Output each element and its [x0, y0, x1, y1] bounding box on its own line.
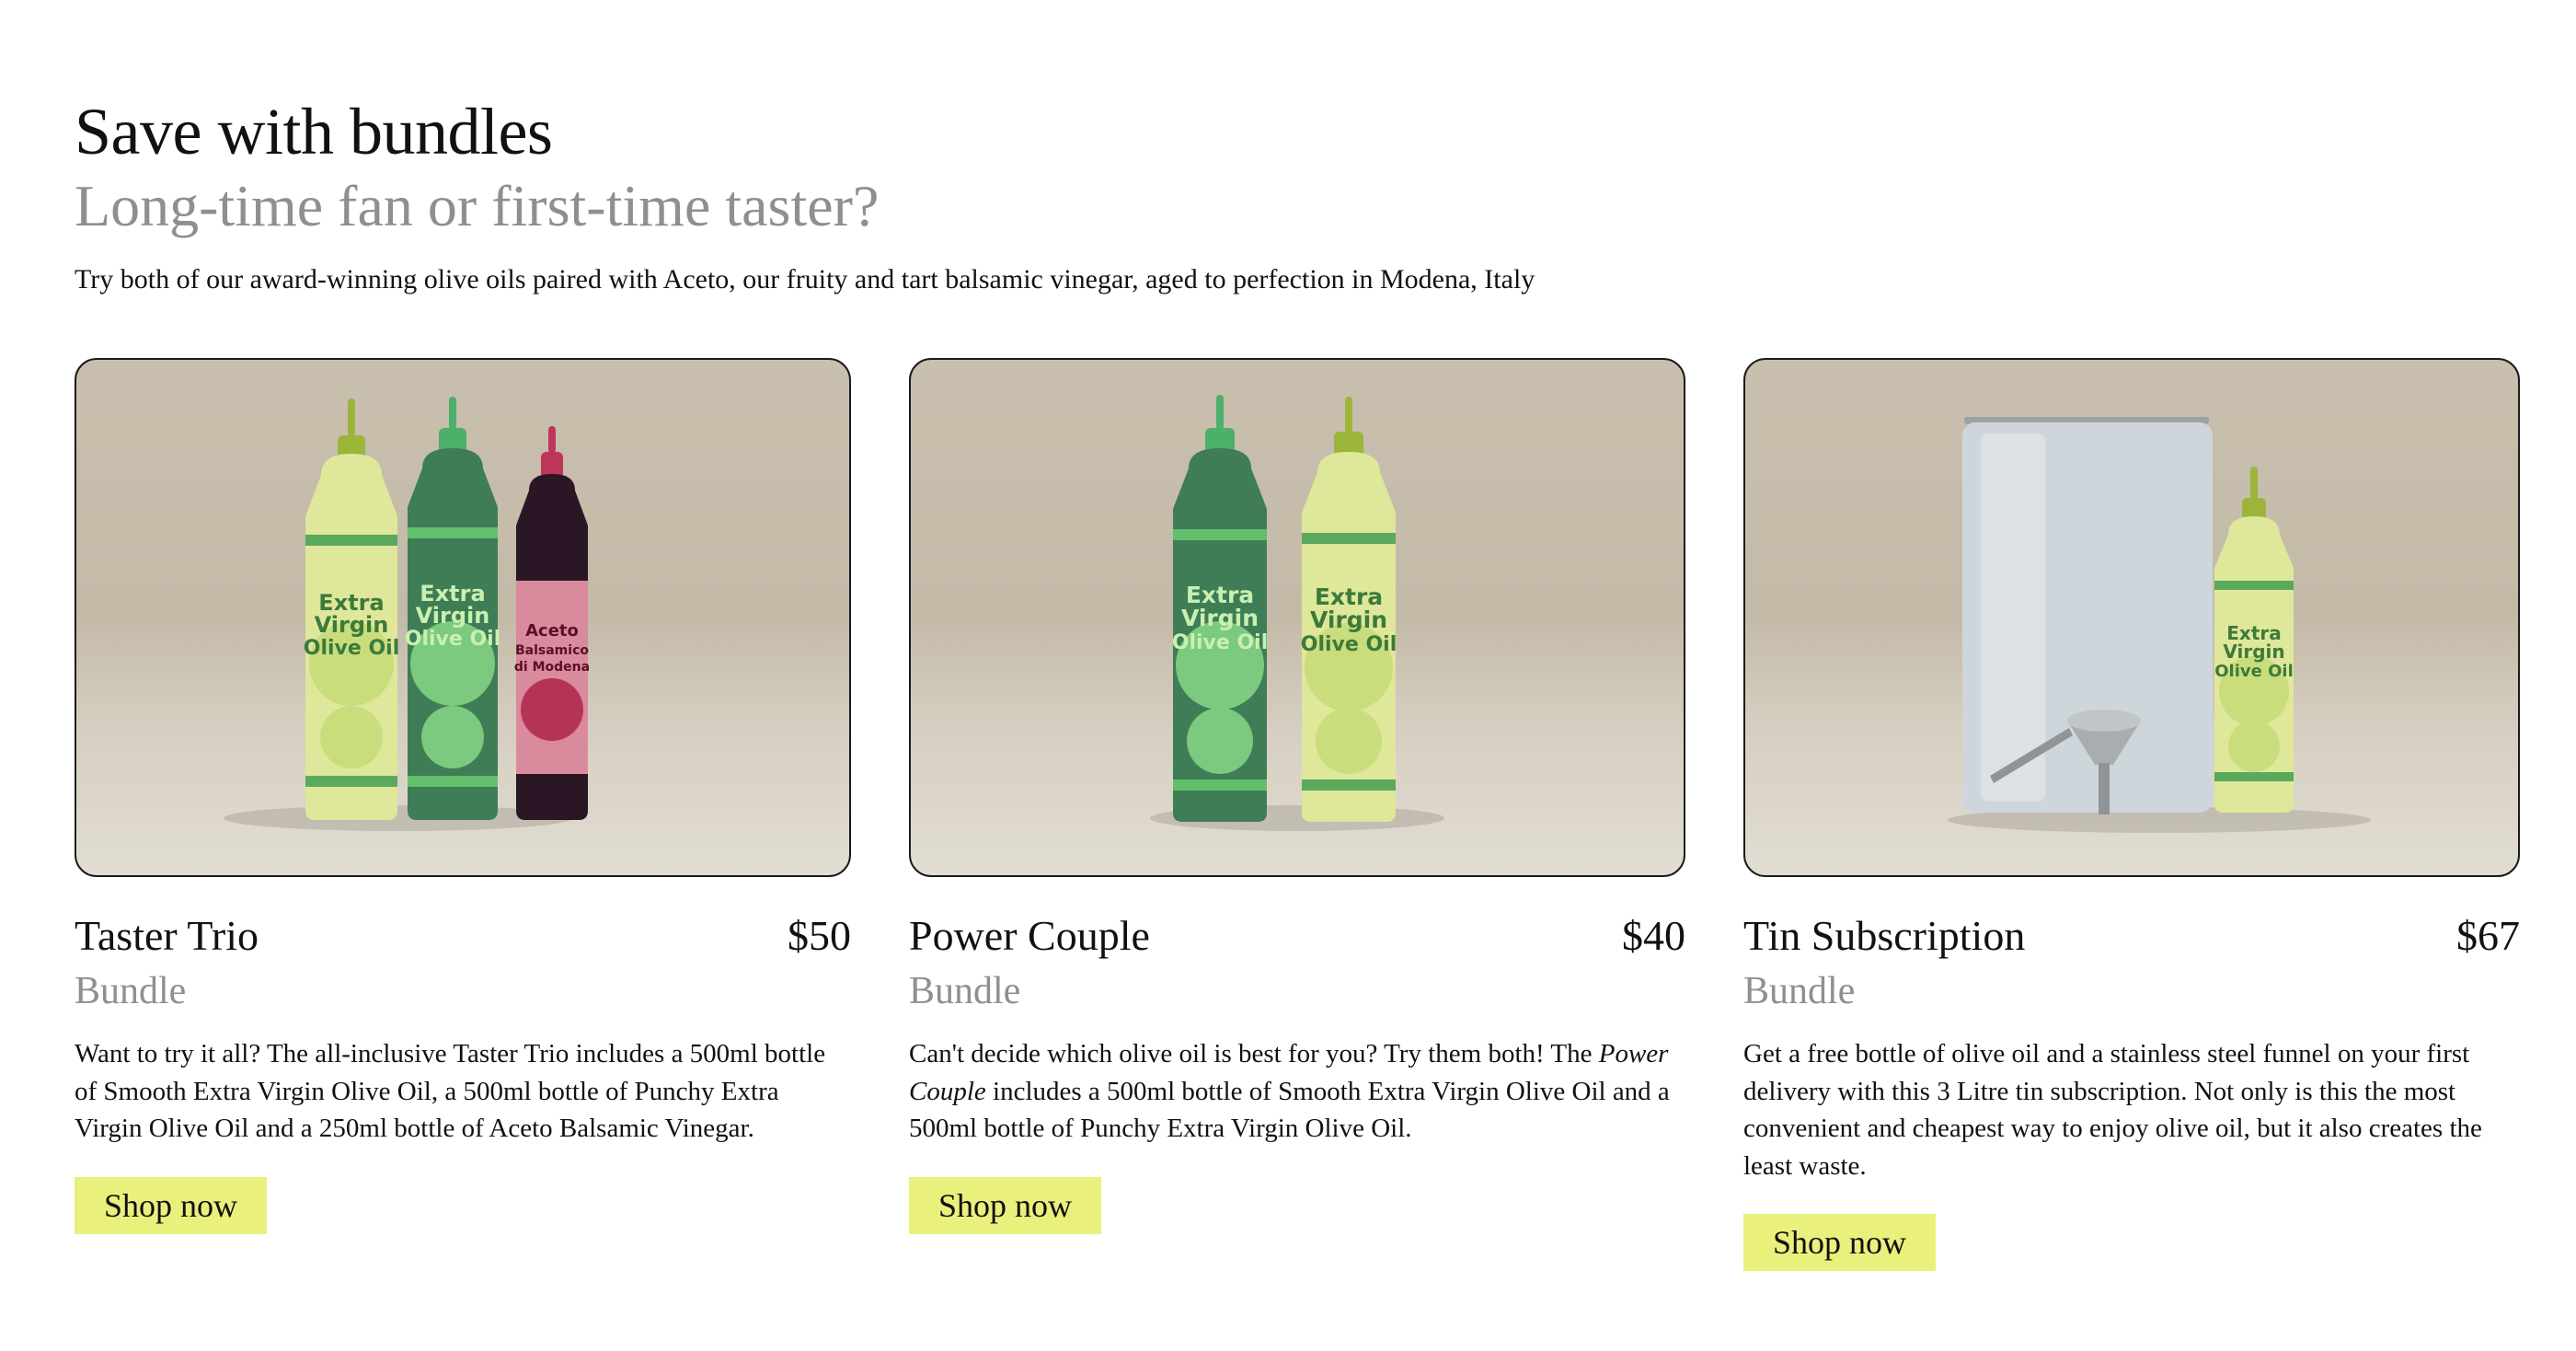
card-title[interactable]: Tin Subscription	[1743, 908, 2025, 964]
card-price: $50	[788, 912, 851, 959]
svg-text:Olive Oil: Olive Oil	[405, 628, 501, 651]
svg-text:Virgin: Virgin	[315, 612, 389, 638]
balsamic-vinegar-bottle: Aceto Balsamico di Modena	[514, 426, 590, 820]
smooth-oil-bottle: Extra Virgin Olive Oil	[304, 398, 400, 820]
card-price: $40	[1622, 912, 1685, 959]
punchy-oil-bottle: Extra Virgin Olive Oil	[1172, 395, 1269, 822]
section-intro: Try both of our award-winning olive oils…	[75, 264, 1535, 294]
svg-text:Virgin: Virgin	[416, 603, 490, 629]
smooth-oil-bottle: Extra Virgin Olive Oil	[2214, 467, 2294, 813]
tin-subscription-image: Extra Virgin Olive Oil	[1948, 417, 2371, 833]
section-heading: Save with bundles	[75, 95, 553, 168]
card-price: $67	[2456, 912, 2520, 959]
svg-text:Olive Oil: Olive Oil	[2214, 662, 2294, 681]
olive-oil-tin	[1962, 417, 2213, 813]
card-title-row: Tin Subscription $67	[1743, 908, 2520, 964]
tin-subscription-photo[interactable]: Extra Virgin Olive Oil	[1743, 358, 2520, 877]
svg-text:Balsamico: Balsamico	[515, 643, 589, 658]
bundle-card-tin-subscription: Extra Virgin Olive Oil Tin Subscription …	[1743, 358, 2520, 1271]
svg-text:Aceto: Aceto	[525, 621, 579, 641]
card-title-row: Power Couple $40	[909, 908, 1685, 964]
svg-text:Olive Oil: Olive Oil	[304, 637, 400, 660]
smooth-oil-bottle: Extra Virgin Olive Oil	[1301, 397, 1397, 822]
svg-text:Olive Oil: Olive Oil	[1172, 631, 1269, 654]
card-title-row: Taster Trio $50	[75, 908, 851, 964]
shop-now-button[interactable]: Shop now	[75, 1176, 268, 1234]
svg-text:Virgin: Virgin	[2223, 641, 2284, 663]
power-couple-photo[interactable]: Extra Virgin Olive Oil Extra Virgin Oliv…	[909, 358, 1685, 877]
svg-text:Olive Oil: Olive Oil	[1301, 633, 1397, 656]
section-subheading: Long-time fan or first-time taster?	[75, 173, 880, 238]
svg-text:Virgin: Virgin	[1181, 605, 1259, 631]
card-title[interactable]: Power Couple	[909, 908, 1150, 964]
card-description: Can't decide which olive oil is best for…	[909, 1039, 1670, 1143]
svg-text:di Modena: di Modena	[514, 660, 590, 675]
shop-now-button[interactable]: Shop now	[1743, 1214, 1937, 1271]
card-description: Get a free bottle of olive oil and a sta…	[1743, 1039, 2482, 1181]
taster-trio-photo[interactable]: Extra Virgin Olive Oil Extra Virgin Oliv…	[75, 358, 851, 877]
card-title[interactable]: Taster Trio	[75, 908, 259, 964]
bundle-cards: Extra Virgin Olive Oil Extra Virgin Oliv…	[75, 358, 2520, 1278]
bundle-card-taster-trio: Extra Virgin Olive Oil Extra Virgin Oliv…	[75, 358, 851, 1234]
card-kind: Bundle	[75, 970, 187, 1012]
taster-trio-image: Extra Virgin Olive Oil Extra Virgin Oliv…	[224, 397, 590, 831]
card-description: Want to try it all? The all-inclusive Ta…	[75, 1039, 826, 1143]
card-kind: Bundle	[1743, 970, 1856, 1012]
punchy-oil-bottle: Extra Virgin Olive Oil	[405, 397, 501, 820]
power-couple-image: Extra Virgin Olive Oil Extra Virgin Oliv…	[1150, 395, 1444, 831]
bundle-card-power-couple: Extra Virgin Olive Oil Extra Virgin Oliv…	[909, 358, 1685, 1234]
card-kind: Bundle	[909, 970, 1021, 1012]
shop-now-button[interactable]: Shop now	[909, 1176, 1102, 1234]
svg-text:Virgin: Virgin	[1310, 606, 1387, 633]
